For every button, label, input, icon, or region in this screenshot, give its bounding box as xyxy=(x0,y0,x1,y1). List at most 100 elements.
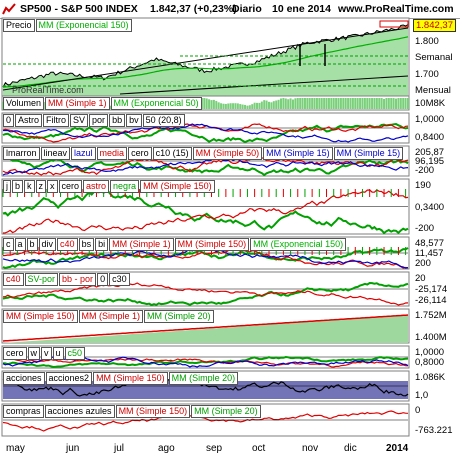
indicator-tag[interactable]: c xyxy=(3,238,14,251)
indicator-tag[interactable]: MM (Exponencial 150) xyxy=(35,19,132,32)
indicator-tag[interactable]: c40 xyxy=(3,273,24,286)
y-axis-label: -763.221 xyxy=(415,425,453,436)
indicator-tag[interactable]: lmarron xyxy=(3,147,40,160)
panel-mm150-legend[interactable]: MM (Simple 150) MM (Simple 1) MM (Simple 2… xyxy=(3,310,215,323)
indicator-tag[interactable]: bv xyxy=(126,114,142,127)
indicator-tag[interactable]: media xyxy=(96,147,128,160)
y-axis-label: 0 xyxy=(415,405,421,416)
x-tick-label: sep xyxy=(206,443,223,454)
indicator-tag[interactable]: astro xyxy=(83,180,110,193)
indicator-tag[interactable]: compras xyxy=(3,405,44,418)
y-axis-label: 10M8K xyxy=(415,97,446,109)
chart-window: SP500 - S&P 500 INDEX 1.842,37 (+0,23%) … xyxy=(0,0,460,460)
indicator-tag[interactable]: MM (Simple 150) xyxy=(115,405,191,418)
y-axis-label: -25,174 xyxy=(415,284,448,295)
y-axis-label: 1.400M xyxy=(415,332,447,343)
indicator-tag[interactable]: v xyxy=(41,347,52,360)
indicator-tag[interactable]: u xyxy=(52,347,64,360)
indicator-tag[interactable]: MM (Simple 20) xyxy=(144,310,214,323)
indicator-tag[interactable]: 50 (20,8) xyxy=(142,114,185,127)
indicator-tag[interactable]: c50 xyxy=(64,347,86,360)
indicator-tag[interactable]: div xyxy=(38,238,57,251)
indicator-tag[interactable]: MM (Simple 150) xyxy=(140,180,215,193)
indicator-tag[interactable]: MM (Simple 20) xyxy=(191,405,261,418)
indicator-tag[interactable]: por xyxy=(89,114,109,127)
indicator-tag[interactable]: Astro xyxy=(15,114,43,127)
indicator-tag[interactable]: lineav xyxy=(40,147,71,160)
indicator-tag[interactable]: a xyxy=(14,238,26,251)
panel-compras-legend[interactable]: compras acciones azules MM (Simple 150) MM … xyxy=(3,405,262,418)
indicator-tag[interactable]: bb xyxy=(109,114,126,127)
indicator-tag[interactable]: MM (Exponencial 150) xyxy=(250,238,347,251)
indicator-tag[interactable]: c10 (15) xyxy=(152,147,192,160)
x-tick-label: ago xyxy=(158,443,175,454)
indicator-tag[interactable]: acciones2 xyxy=(45,372,93,385)
y-axis-label: 1.842,37 xyxy=(413,19,456,32)
indicator-tag[interactable]: MM (Simple 20) xyxy=(168,372,239,385)
y-axis-label: 1.752M xyxy=(415,310,447,321)
panel-astro-legend[interactable]: 0 Astro Filtro SV por bb bv 50 (20,8) xyxy=(3,114,186,127)
indicator-tag[interactable]: c30 xyxy=(109,273,130,286)
x-tick-label: nov xyxy=(302,443,319,454)
indicator-tag[interactable]: bb - por xyxy=(59,273,97,286)
indicator-tag[interactable]: w xyxy=(27,347,41,360)
indicator-tag[interactable]: MM (Simple 150) xyxy=(174,238,250,251)
indicator-tag[interactable]: lazul xyxy=(71,147,96,160)
indicator-tag[interactable]: j xyxy=(3,180,11,193)
indicator-tag[interactable]: MM (Simple 150) xyxy=(93,372,168,385)
indicator-tag[interactable]: MM (Simple 150) xyxy=(3,310,78,323)
indicator-tag[interactable]: MM (Simple 1) xyxy=(78,310,144,323)
indicator-tag[interactable]: c40 xyxy=(57,238,78,251)
indicator-tag[interactable]: acciones xyxy=(3,372,45,385)
indicator-tag[interactable]: x xyxy=(47,180,58,193)
panel-price-legend[interactable]: Precio MM (Exponencial 150) xyxy=(3,19,133,32)
indicator-tag[interactable]: MM (Simple 1) xyxy=(45,97,110,110)
indicator-tag[interactable]: MM (Simple 15) xyxy=(263,147,333,160)
indicator-tag[interactable]: cero xyxy=(128,147,152,160)
indicator-tag[interactable]: MM (Exponencial 50) xyxy=(110,97,202,110)
indicator-tag[interactable]: MM (Simple 1) xyxy=(109,238,174,251)
indicator-tag[interactable]: 0 xyxy=(3,114,15,127)
panel-acciones-legend[interactable]: acciones acciones2 MM (Simple 150) MM (Simp… xyxy=(3,372,239,385)
indicator-tag[interactable]: Volumen xyxy=(3,97,45,110)
panel-volume-legend[interactable]: Volumen MM (Simple 1) MM (Exponencial 50) xyxy=(3,97,203,110)
indicator-tag[interactable]: Filtro xyxy=(43,114,70,127)
y-axis-label: -26,114 xyxy=(415,295,447,306)
indicator-tag[interactable]: SV-por xyxy=(24,273,59,286)
indicator-tag[interactable]: MM (Simple 50) xyxy=(192,147,263,160)
x-tick-label: jun xyxy=(66,443,80,454)
watermark: ProRealTime.com xyxy=(12,85,84,95)
y-axis-label: 0,3400 xyxy=(415,201,445,213)
y-axis-label: 1.800 xyxy=(415,35,439,47)
panel-astro2-legend[interactable]: j b k z x cero astro negra MM (Simple 150) xyxy=(3,180,216,193)
indicator-tag[interactable]: cero xyxy=(58,180,83,193)
indicator-tag[interactable]: z xyxy=(35,180,47,193)
indicator-tag[interactable]: cero xyxy=(3,347,27,360)
y-axis-label: 0,8000 xyxy=(415,357,445,368)
y-axis-label: 1.086K xyxy=(415,372,446,383)
panel-sv-legend[interactable]: c40 SV-por bb - por 0 c30 xyxy=(3,273,131,286)
indicator-tag[interactable]: SV xyxy=(70,114,89,127)
indicator-tag[interactable]: bs xyxy=(78,238,95,251)
x-tick-label: oct xyxy=(252,443,266,454)
indicator-tag[interactable]: acciones azules xyxy=(44,405,115,418)
indicator-tag[interactable]: b xyxy=(26,238,38,251)
y-axis-label: 0,8400 xyxy=(415,132,445,143)
x-tick-label: dic xyxy=(344,443,357,454)
indicator-tag[interactable]: Precio xyxy=(3,19,35,32)
y-axis-label: 1,0 xyxy=(415,390,429,401)
panel-lmarron-legend[interactable]: lmarron lineav lazul media cero c10 (15) MM (S… xyxy=(3,147,404,160)
indicator-tag[interactable]: negra xyxy=(110,180,140,193)
indicator-tag[interactable]: MM (Simple 15) xyxy=(333,147,404,160)
panel-c4-legend[interactable]: c a b div c40 bs bi MM (Simple 1) MM (Simple 150… xyxy=(3,238,347,251)
y-axis-label: Semanal xyxy=(415,52,453,63)
panel-cero-legend[interactable]: cero w v u c50 xyxy=(3,347,86,360)
indicator-tag[interactable]: b xyxy=(12,180,24,193)
y-axis-label: 1,0000 xyxy=(415,114,445,125)
indicator-tag[interactable]: k xyxy=(24,180,35,193)
indicator-tag[interactable]: bi xyxy=(95,238,109,251)
y-axis-label: 190 xyxy=(415,180,431,191)
y-axis-label: Mensual xyxy=(415,85,451,96)
y-axis-label: -200 xyxy=(415,223,435,234)
indicator-tag[interactable]: 0 xyxy=(97,273,109,286)
